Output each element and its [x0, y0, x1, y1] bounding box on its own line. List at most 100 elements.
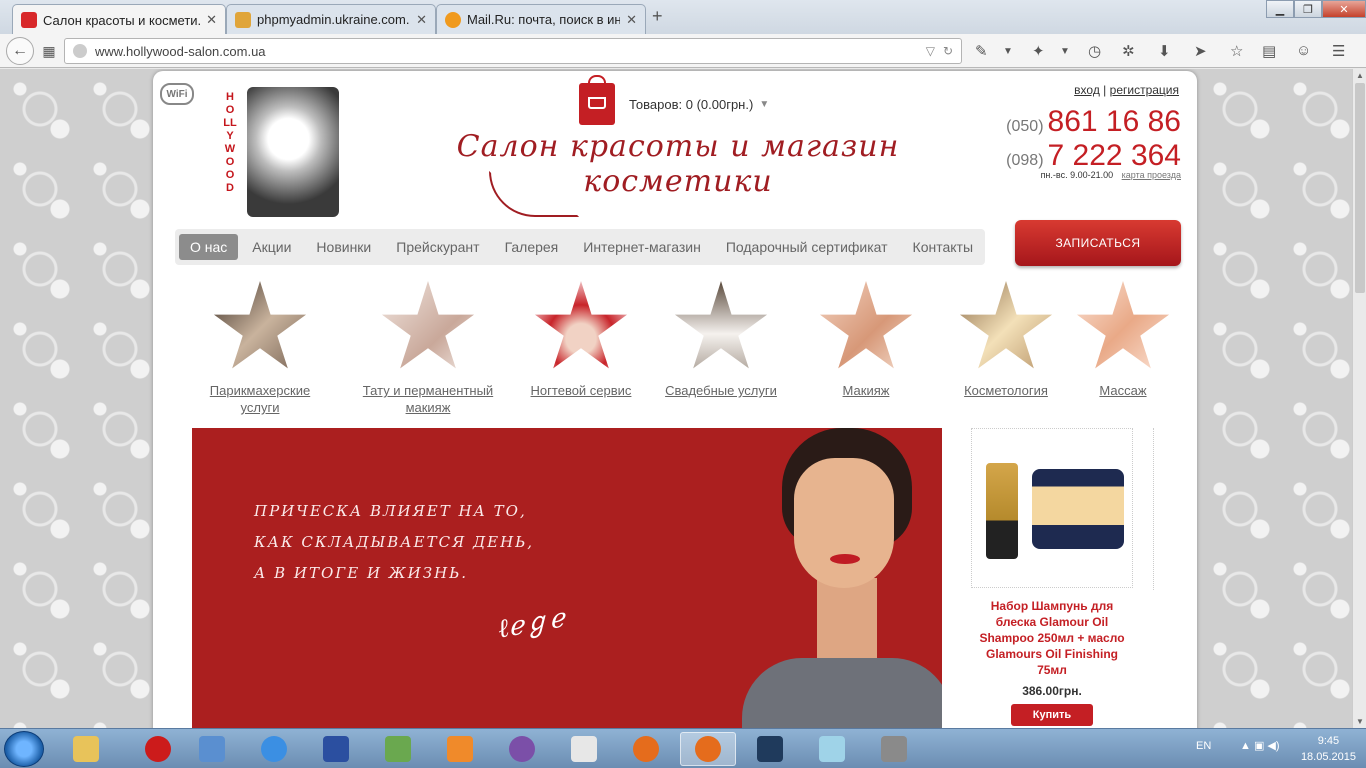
- site-logo[interactable]: HOLLYWOOD: [223, 83, 343, 223]
- taskbar-document-button[interactable]: [556, 732, 612, 766]
- close-icon[interactable]: ✕: [626, 12, 637, 28]
- taskbar-tools-button[interactable]: [866, 732, 922, 766]
- tab-label: Салон красоты и космети...: [43, 12, 201, 28]
- taskbar-opera-button[interactable]: [130, 732, 186, 766]
- register-link[interactable]: регистрация: [1110, 83, 1179, 97]
- close-icon[interactable]: ✕: [416, 12, 427, 28]
- menu-item-about[interactable]: О нас: [179, 234, 239, 260]
- taskbar-viber-button[interactable]: [494, 732, 550, 766]
- product-name[interactable]: Набор Шампунь для блеска Glamour Oil Sha…: [971, 598, 1133, 678]
- menu-item-contacts[interactable]: Контакты: [902, 234, 984, 260]
- service-massage[interactable]: Массаж: [1053, 281, 1193, 399]
- map-link[interactable]: карта проезда: [1122, 170, 1181, 180]
- taskbar-firefox-button[interactable]: [618, 732, 674, 766]
- phone-number: 861 16 86: [1047, 105, 1181, 138]
- service-label: Парикмахерские услуги: [209, 383, 311, 415]
- service-tattoo[interactable]: Тату и перманентный макияж: [358, 281, 498, 416]
- language-indicator[interactable]: EN: [1196, 740, 1211, 752]
- bookmarks-grid-icon[interactable]: ▦: [38, 40, 60, 62]
- hero-banner[interactable]: ПРИЧЕСКА ВЛИЯЕТ НА ТО, КАК СКЛАДЫВАЕТСЯ …: [192, 428, 942, 728]
- photoshop-icon: [757, 736, 783, 762]
- chat-icon[interactable]: ☺: [1296, 42, 1311, 59]
- menu-item-pricelist[interactable]: Прейскурант: [385, 234, 490, 260]
- phone-code: (050): [1006, 118, 1044, 135]
- close-icon[interactable]: ✕: [206, 12, 217, 28]
- taskbar-photoshop-button[interactable]: [742, 732, 798, 766]
- cart-summary: Товаров: 0 (0.00грн.): [629, 96, 754, 112]
- menu-icon[interactable]: ☰: [1332, 42, 1345, 60]
- maximize-icon[interactable]: ❐: [1294, 0, 1322, 18]
- gear-icon[interactable]: ✲: [1122, 42, 1135, 60]
- internet-explorer-icon: [261, 736, 287, 762]
- taskbar-notepad-button[interactable]: [370, 732, 426, 766]
- reload-icon[interactable]: ↻: [943, 44, 953, 58]
- taskbar-glass-button[interactable]: [804, 732, 860, 766]
- scroll-up-icon[interactable]: ▲: [1356, 71, 1364, 80]
- service-label: Ногтевой сервис: [530, 383, 632, 398]
- service-star-image: [959, 281, 1053, 369]
- service-star-image: [381, 281, 475, 369]
- history-icon[interactable]: ◷: [1088, 42, 1101, 60]
- book-appointment-button[interactable]: ЗАПИСАТЬСЯ: [1015, 220, 1181, 266]
- tools-icon: [881, 736, 907, 762]
- save-icon: [323, 736, 349, 762]
- tray-icons[interactable]: ▲ ▣ ◀): [1240, 739, 1280, 752]
- download-icon[interactable]: ⬇: [1158, 42, 1171, 60]
- dropdown-icon[interactable]: ▽: [926, 44, 935, 58]
- service-star-image: [819, 281, 913, 369]
- tab-salon[interactable]: Салон красоты и космети... ✕: [12, 4, 226, 35]
- menu-item-gift-certificate[interactable]: Подарочный сертификат: [715, 234, 899, 260]
- service-nails[interactable]: Ногтевой сервис: [511, 281, 651, 399]
- browser-tab-bar: Салон красоты и космети... ✕ phpmyadmin.…: [0, 0, 1366, 35]
- chevron-down-icon[interactable]: ▼: [1003, 46, 1013, 57]
- taskbar-save-button[interactable]: [308, 732, 364, 766]
- scrollbar-thumb[interactable]: [1355, 83, 1365, 293]
- taskbar-volume-button[interactable]: [184, 732, 240, 766]
- minimize-icon[interactable]: ▁: [1266, 0, 1294, 18]
- tab-phpmyadmin[interactable]: phpmyadmin.ukraine.com... ✕: [226, 4, 436, 34]
- wifi-badge: WiFi: [160, 83, 194, 105]
- document-icon: [571, 736, 597, 762]
- product-price: 386.00грн.: [1022, 684, 1082, 698]
- star-icon[interactable]: ☆: [1230, 42, 1243, 60]
- service-makeup[interactable]: Макияж: [796, 281, 936, 399]
- reader-icon[interactable]: ▤: [1262, 42, 1276, 60]
- menu-item-gallery[interactable]: Галерея: [494, 234, 570, 260]
- service-hairdressing[interactable]: Парикмахерские услуги: [190, 281, 330, 416]
- scroll-down-icon[interactable]: ▼: [1356, 717, 1364, 726]
- send-icon[interactable]: ➤: [1194, 42, 1207, 60]
- address-bar[interactable]: www.hollywood-salon.com.ua ▽ ↻: [64, 38, 962, 64]
- chevron-down-icon[interactable]: ▼: [1060, 46, 1070, 57]
- opera-icon: [145, 736, 171, 762]
- chevron-down-icon[interactable]: ▼: [759, 99, 769, 110]
- menu-item-promotions[interactable]: Акции: [241, 234, 302, 260]
- buy-button[interactable]: Купить: [1011, 704, 1093, 726]
- working-hours: пн.-вс. 9.00-21.00 карта проезда: [1041, 170, 1181, 180]
- service-star-image: [674, 281, 768, 369]
- close-window-icon[interactable]: ✕: [1322, 0, 1366, 18]
- mailru-favicon-icon: [445, 11, 461, 28]
- menu-item-new[interactable]: Новинки: [305, 234, 382, 260]
- extension-icon[interactable]: ✦: [1032, 42, 1045, 60]
- eyedropper-icon[interactable]: ✎: [975, 42, 988, 60]
- service-label: Тату и перманентный макияж: [362, 383, 494, 415]
- new-tab-button[interactable]: +: [652, 6, 663, 27]
- start-button[interactable]: [4, 731, 44, 767]
- login-link[interactable]: вход: [1074, 83, 1100, 97]
- tab-mailru[interactable]: Mail.Ru: почта, поиск в ин... ✕: [436, 4, 646, 34]
- cart-widget[interactable]: Товаров: 0 (0.00грн.) ▼: [579, 75, 769, 125]
- taskbar-explorer-button[interactable]: [58, 732, 114, 766]
- clock[interactable]: 9:45 18.05.2015: [1301, 733, 1356, 765]
- phpmyadmin-favicon-icon: [235, 11, 251, 28]
- product-image[interactable]: [971, 428, 1133, 588]
- page-scrollbar[interactable]: ▲ ▼: [1352, 69, 1366, 728]
- taskbar-firefox-active-button[interactable]: [680, 732, 736, 766]
- taskbar-media-player-button[interactable]: [432, 732, 488, 766]
- service-wedding[interactable]: Свадебные услуги: [651, 281, 791, 399]
- menu-item-shop[interactable]: Интернет-магазин: [572, 234, 712, 260]
- service-star-image: [534, 281, 628, 369]
- back-button[interactable]: ←: [6, 37, 34, 65]
- windows-taskbar: EN ▲ ▣ ◀) 9:45 18.05.2015: [0, 728, 1366, 768]
- service-star-image: [213, 281, 307, 369]
- taskbar-internet-explorer-button[interactable]: [246, 732, 302, 766]
